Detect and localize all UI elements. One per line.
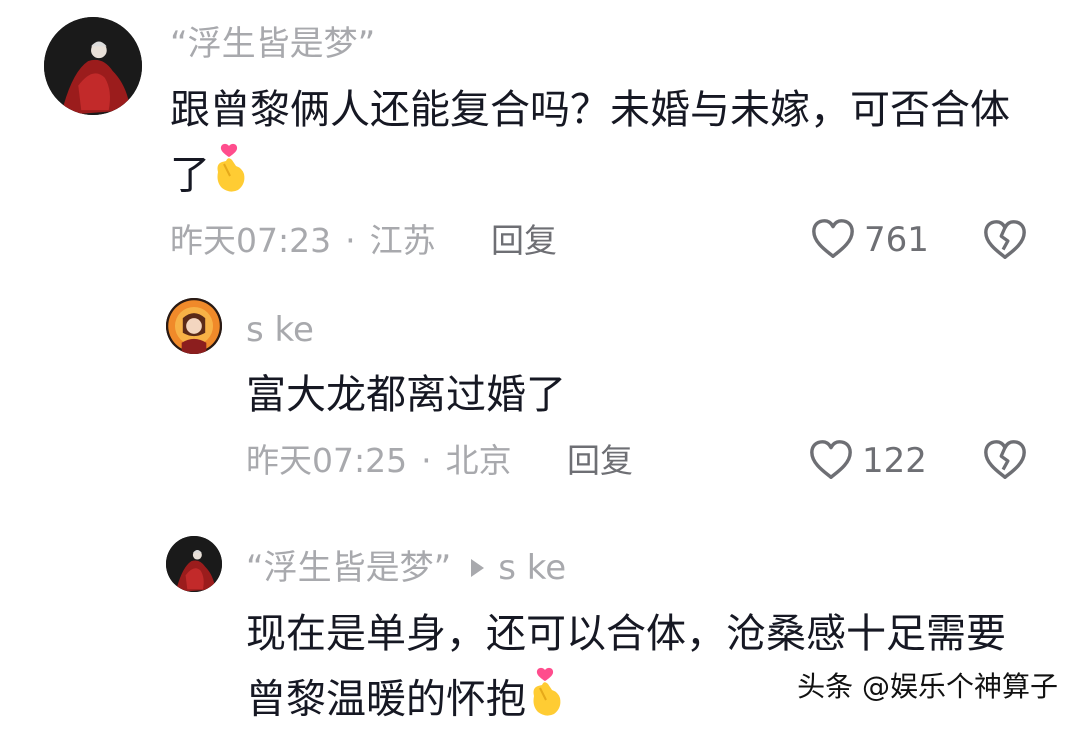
like-count: 761 [864,220,929,260]
comment-text-line: 了 [170,142,1010,213]
avatar[interactable] [166,298,222,354]
comment-text: 富大龙都离过婚了 [246,363,566,427]
like-heart-icon[interactable] [810,216,856,262]
comment-username[interactable]: “浮生皆是梦” [170,27,375,61]
reply-to-username[interactable]: s ke [498,548,566,588]
like-count: 122 [862,441,927,481]
comment-username[interactable]: “浮生皆是梦” [246,548,451,588]
finger-heart-emoji-icon [210,142,252,213]
comment-meta: 昨天07:23 · 江苏 [170,224,436,257]
comment-location: 江苏 [369,221,436,260]
comment-text-line: 现在是单身，还可以合体，沧桑感十足需要 [246,611,1006,657]
like-heart-icon[interactable] [808,437,854,483]
reply-arrow-icon [471,558,485,577]
comment-location: 北京 [445,441,512,480]
watermark: 头条 @娱乐个神算子 [797,670,1058,703]
comment-text: 跟曾黎俩人还能复合吗？未婚与未嫁，可否合体 了 [170,78,1010,213]
comment-username[interactable]: s ke [246,313,314,347]
avatar[interactable] [44,17,142,115]
comment-text-line: 跟曾黎俩人还能复合吗？未婚与未嫁，可否合体 [170,87,1010,133]
dislike-broken-heart-icon[interactable] [982,437,1028,483]
meta-separator: · [345,221,356,260]
reply-button[interactable]: 回复 [567,444,633,477]
comment-time: 昨天07:23 [170,221,332,260]
avatar[interactable] [166,536,222,592]
dislike-broken-heart-icon[interactable] [982,217,1028,263]
comment-time: 昨天07:25 [246,441,408,480]
finger-heart-emoji-icon [526,666,568,737]
meta-separator: · [421,441,432,480]
comment-text-line-end: 曾黎温暖的怀抱 [246,676,526,723]
comment-text-line-end: 了 [170,152,210,199]
comment-username-row: “浮生皆是梦” s ke [246,551,566,585]
comment-meta: 昨天07:25 · 北京 [246,444,512,477]
comment-text-line: 富大龙都离过婚了 [246,372,566,418]
reply-button[interactable]: 回复 [491,224,557,257]
